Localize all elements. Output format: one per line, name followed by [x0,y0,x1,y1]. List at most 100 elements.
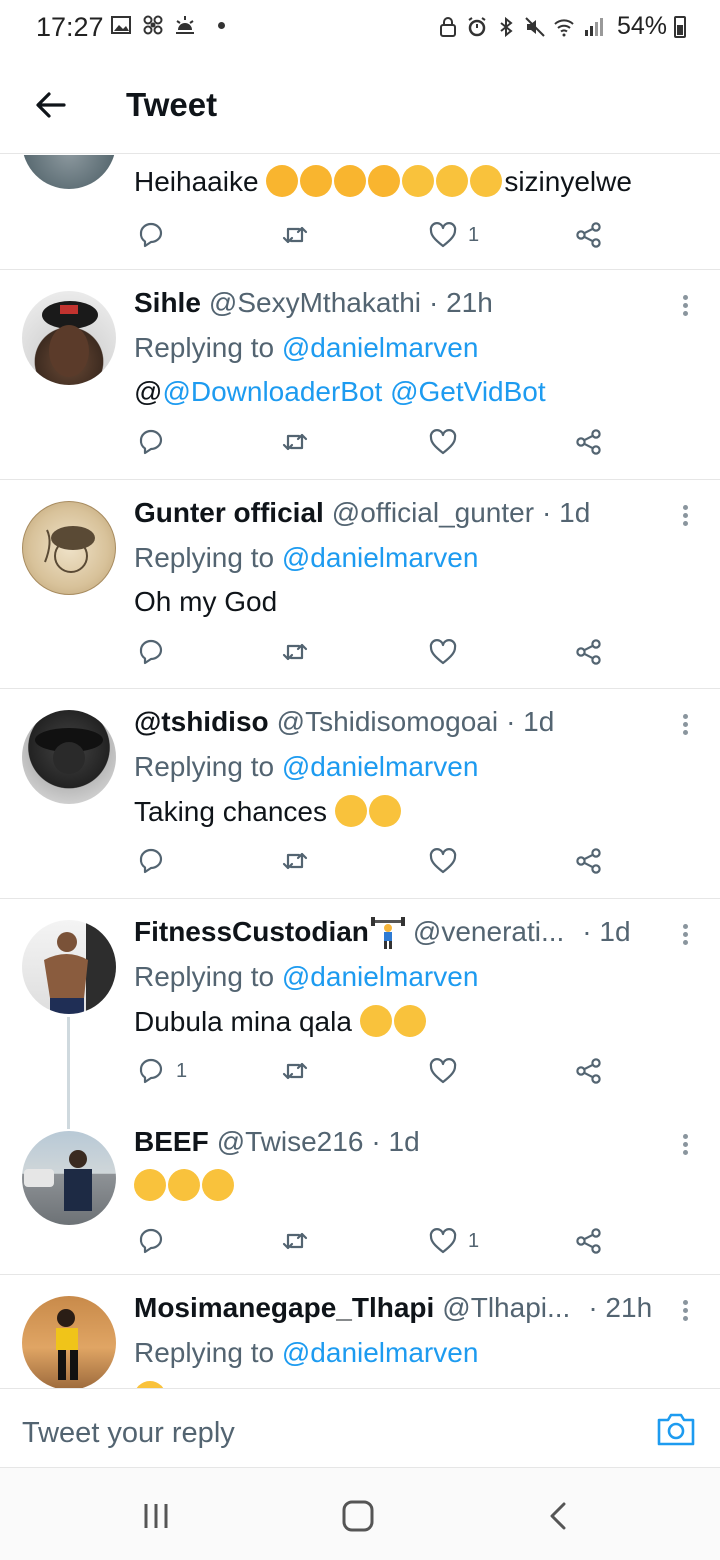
reply-icon [139,1228,163,1254]
author-handle[interactable]: @official_gunter [332,497,534,537]
replying-to-mention[interactable]: @danielmarven [282,542,479,573]
tweet-mentions[interactable]: @DownloaderBot @GetVidBot [162,376,545,407]
retweet-button[interactable] [280,422,310,462]
tweet[interactable]: BEEF @Twise216 · 1d 1 [0,1109,720,1275]
more-options-button[interactable] [680,711,690,741]
replying-to-mention[interactable]: @danielmarven [282,961,479,992]
tweet-time: · 21h [429,287,493,318]
author-name[interactable]: BEEF [134,1126,209,1166]
avatar-cap-icon [42,301,98,377]
avatar[interactable] [22,501,116,595]
home-icon[interactable] [340,1500,376,1532]
back-arrow-icon[interactable] [30,84,72,126]
author-name[interactable]: Sihle [134,287,201,327]
replying-to-mention[interactable]: @danielmarven [282,751,479,782]
replying-to: Replying to @danielmarven [134,1337,478,1369]
author-handle[interactable]: @Tshidisomogoai [277,706,498,746]
bluetooth-icon [500,16,513,37]
tweet[interactable]: FitnessCustodian @venerati... · 1d Reply… [0,899,720,1109]
retweet-button[interactable] [280,841,310,881]
recent-apps-icon[interactable] [138,1500,174,1532]
camera-icon[interactable] [656,1411,696,1447]
avatar-photo-icon [35,728,103,774]
tweet[interactable]: Mosimanegape_Tlhapi @Tlhapi... · 21h Rep… [0,1275,720,1388]
share-button[interactable] [574,632,604,672]
tweet[interactable]: Sihle @SexyMthakathi · 21h Replying to @… [0,270,720,480]
like-button[interactable] [428,841,458,881]
fan-icon [143,15,163,35]
share-button[interactable] [574,422,604,462]
retweet-button[interactable] [280,1221,310,1261]
more-options-button[interactable] [680,1131,690,1161]
reply-count: 1 [176,1059,188,1082]
share-button[interactable] [574,1051,604,1091]
back-icon[interactable] [542,1500,578,1532]
replying-label: Replying to [134,961,275,992]
laughing-emoji-icon [134,1381,166,1388]
tweet-time: · 1d [506,706,555,737]
author-name[interactable]: @tshidiso [134,706,269,746]
replying-to: Replying to @danielmarven [134,542,478,574]
avatar[interactable] [22,1131,116,1225]
page-title: Tweet [126,86,218,123]
like-button[interactable] [428,1051,458,1091]
reply-button[interactable] [136,841,166,881]
avatar[interactable] [22,710,116,804]
like-button[interactable] [428,632,458,672]
retweet-button[interactable] [280,215,310,255]
replying-to-mention[interactable]: @danielmarven [282,1337,479,1368]
reply-icon [139,1058,163,1084]
tweet[interactable]: Gunter official @official_gunter · 1d Re… [0,480,720,689]
like-button[interactable] [428,422,458,462]
like-button[interactable]: 1 [428,215,479,255]
more-options-button[interactable] [680,502,690,532]
retweet-button[interactable] [280,632,310,672]
avatar[interactable] [22,155,116,189]
reply-composer[interactable]: Tweet your reply [0,1388,720,1468]
share-icon [576,1228,601,1254]
heart-icon [429,639,457,665]
avatar-photo-icon [44,920,116,1014]
alarm-icon [468,16,486,36]
share-button[interactable] [574,841,604,881]
tweet[interactable]: @tshidiso @Tshidisomogoai · 1d Replying … [0,689,720,899]
reply-button[interactable] [136,632,166,672]
tweet-time: · 1d [582,916,631,947]
retweet-icon [282,643,308,661]
author-handle[interactable]: @Twise216 [217,1126,364,1166]
share-button[interactable] [574,215,604,255]
top-app-bar: Tweet [0,56,720,154]
like-count: 1 [468,1229,480,1252]
author-handle[interactable]: @Tlhapi... [442,1292,570,1332]
tweet-text-prefix: @ [134,376,163,407]
replying-to-mention[interactable]: @danielmarven [282,332,479,363]
reply-button[interactable] [136,1221,166,1261]
tweet-text-suffix: sizinyelwe [504,166,632,197]
tweet[interactable]: Heihaaike sizinyelwe 1 [0,155,720,270]
retweet-button[interactable] [280,1051,310,1091]
author-name[interactable]: Mosimanegape_Tlhapi [134,1292,434,1332]
more-options-button[interactable] [680,921,690,951]
author-name[interactable]: Gunter official [134,497,324,537]
more-options-button[interactable] [680,1297,690,1327]
tweet-header: @tshidiso @Tshidisomogoai · 1d [134,706,670,746]
replies-feed[interactable]: Heihaaike sizinyelwe 1 Sihle @SexyMthaka… [0,155,720,1388]
avatar[interactable] [22,920,116,1014]
share-button[interactable] [574,1221,604,1261]
angry-emoji-icon [334,165,367,197]
author-handle[interactable]: @venerati... [413,916,564,956]
avatar[interactable] [22,291,116,385]
battery-percent: 54% [616,12,667,40]
reply-button[interactable] [136,422,166,462]
mute-icon [525,16,545,37]
author-handle[interactable]: @SexyMthakathi [209,287,421,327]
like-button[interactable]: 1 [428,1221,479,1261]
author-name[interactable]: FitnessCustodian [134,916,369,956]
avatar[interactable] [22,1296,116,1388]
more-options-button[interactable] [680,292,690,322]
replying-label: Replying to [134,1337,275,1368]
heart-icon [429,429,457,455]
reply-button[interactable] [136,215,166,255]
reply-button[interactable]: 1 [136,1051,187,1091]
reply-input[interactable]: Tweet your reply [22,1417,235,1450]
